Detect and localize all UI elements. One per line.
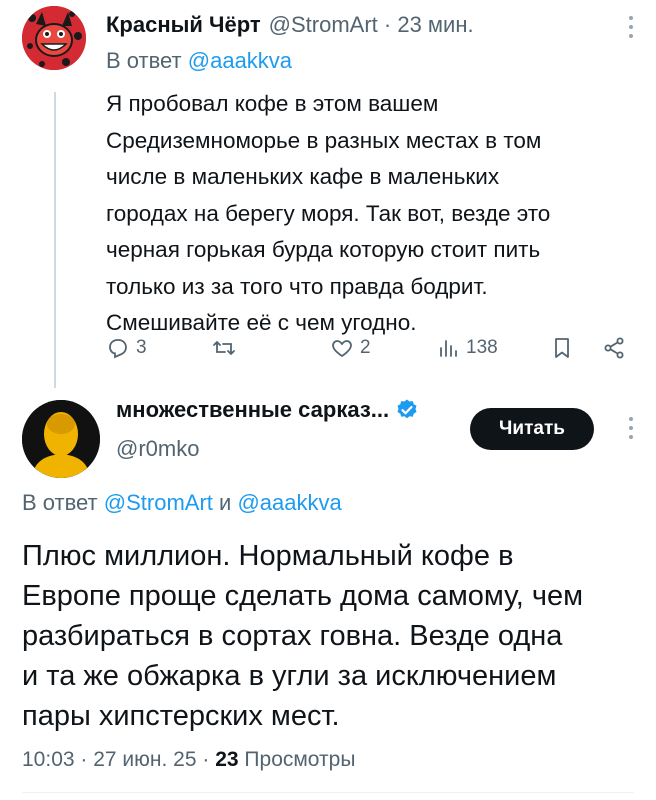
avatar-krasny-chert[interactable]	[22, 6, 86, 70]
retweet-icon	[213, 341, 235, 355]
reply-to-link[interactable]: @aaakkva	[188, 48, 292, 73]
tweet-text-line: Средиземноморье в разных местах в том	[106, 127, 542, 153]
more-options-icon[interactable]	[628, 417, 634, 439]
reply-to-line: В ответ @StromArt и @aaakkva	[22, 490, 342, 516]
silhouette-avatar-icon	[22, 400, 100, 478]
reply-tweet-text: Я пробовал кофе в этом вашем Средиземном…	[106, 86, 626, 342]
reply-prefix: В ответ	[22, 490, 98, 515]
heart-icon	[332, 340, 352, 358]
tweet-text-line: черная горькая бурда которую стоит пить	[106, 237, 541, 262]
tweet-text-line: Европе проще сделать дома самому, чем	[22, 580, 584, 612]
avatar-r0mko[interactable]	[22, 400, 100, 478]
reply-and: и	[219, 490, 232, 515]
reply-count: 3	[136, 337, 147, 358]
bookmark-button[interactable]	[550, 333, 574, 363]
reply-icon	[109, 339, 127, 359]
tweet-text-line: городах на берегу моря. Так вот, везде э…	[106, 200, 551, 226]
tweet-text-line: Я пробовал кофе в этом вашем	[106, 91, 439, 116]
tweet-meta: 10:03 · 27 июн. 25 · 23 Просмотры	[22, 748, 356, 771]
like-count: 2	[360, 337, 371, 358]
reply-to-link[interactable]: @StromArt	[104, 490, 213, 515]
tweet-date[interactable]: 27 июн. 25	[93, 748, 196, 771]
tweet-text-line: и та же обжарка в угли за исключением	[22, 660, 557, 692]
verified-badge-icon	[397, 399, 417, 419]
divider	[22, 792, 634, 793]
author-name[interactable]: множественные сарказ...	[116, 397, 389, 423]
views-count: 23	[215, 748, 239, 771]
views-count: 138	[466, 337, 498, 358]
more-options-icon[interactable]	[628, 16, 634, 38]
share-icon	[604, 337, 624, 359]
reply-tweet-header: Красный Чёрт @StromArt · 23 мин.	[106, 8, 636, 42]
share-button[interactable]	[602, 333, 626, 363]
tweet-time[interactable]: 10:03	[22, 748, 75, 771]
follow-button[interactable]: Читать	[470, 408, 594, 450]
tweet-text-line: числе в маленьких кафе в маленьких	[106, 164, 500, 189]
analytics-icon	[440, 340, 457, 357]
views-button[interactable]: 138	[436, 333, 498, 363]
main-author-name-row: множественные сарказ...	[116, 397, 419, 423]
tweet-text-line: разбираться в сортах говна. Везде одна	[22, 620, 563, 652]
views-label: Просмотры	[244, 748, 356, 771]
bookmark-icon	[555, 338, 569, 358]
tweet-text-line: Плюс миллион. Нормальный кофе в	[22, 540, 514, 572]
tweet-text-line: пары хипстерских мест.	[22, 700, 340, 732]
reply-to-link[interactable]: @aaakkva	[237, 490, 341, 515]
like-button[interactable]: 2	[330, 333, 371, 363]
devil-avatar-icon	[22, 6, 86, 70]
tweet-text-line: только из за того что правда бодрит.	[106, 273, 488, 299]
reply-button[interactable]: 3	[106, 333, 147, 363]
thread-connector-line	[54, 92, 56, 388]
main-tweet-text: Плюс миллион. Нормальный кофе в Европе п…	[22, 536, 642, 736]
tweet-action-bar: 3 2 138	[106, 333, 630, 363]
reply-prefix: В ответ	[106, 48, 182, 73]
author-handle-time[interactable]: @StromArt · 23 мин.	[269, 12, 474, 38]
reply-to-line: В ответ @aaakkva	[106, 48, 292, 74]
retweet-button[interactable]	[212, 333, 242, 363]
author-handle[interactable]: @r0mko	[116, 436, 199, 462]
author-name[interactable]: Красный Чёрт	[106, 12, 261, 38]
